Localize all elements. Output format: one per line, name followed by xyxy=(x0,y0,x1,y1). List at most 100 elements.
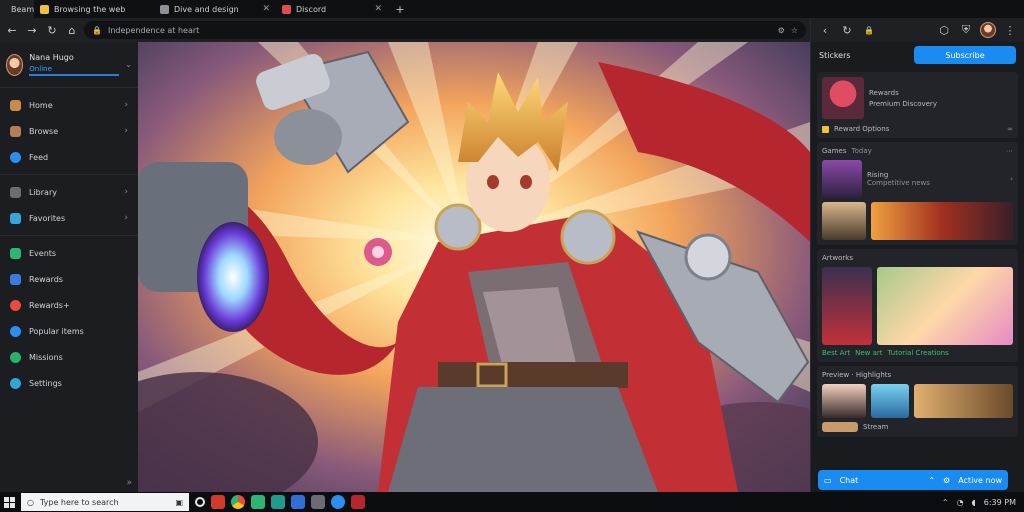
tag-icon xyxy=(822,125,829,133)
tab-label: Discord xyxy=(296,4,327,14)
sidebar-item-missions[interactable]: Missions xyxy=(0,344,138,370)
item-title: Rising xyxy=(867,171,889,179)
art-label: New art xyxy=(855,349,883,357)
tab-favicon xyxy=(40,4,49,14)
app-icon-gray[interactable] xyxy=(311,495,325,509)
sidebar-item-label: Missions xyxy=(29,352,63,362)
puzzle-icon[interactable]: ⬡ xyxy=(936,22,952,38)
tab-label: Browsing the web xyxy=(54,4,126,14)
media-row[interactable] xyxy=(822,267,1013,345)
clock[interactable]: 6:39 PM xyxy=(984,498,1016,507)
chevron-right-icon: › xyxy=(124,100,128,110)
chevron-up-icon[interactable]: ⌃ xyxy=(942,498,949,507)
section-title: Artworks xyxy=(822,254,853,262)
hero-illustration xyxy=(138,42,810,492)
rewards-icon xyxy=(10,273,21,285)
nav-group-library: Library › Favorites › xyxy=(0,175,138,236)
os-taskbar: ○ Type here to search ▣ ⌃ ◔ ◖ 6:39 PM xyxy=(0,492,1024,512)
avatar[interactable] xyxy=(980,22,996,38)
chevron-right-icon: › xyxy=(124,213,128,223)
sidebar-item-settings[interactable]: Settings xyxy=(0,370,138,396)
list-item[interactable]: Rising Competitive news › xyxy=(822,160,1013,198)
close-icon[interactable]: ✕ xyxy=(374,4,382,14)
task-view-icon[interactable] xyxy=(195,497,205,507)
settings-icon[interactable]: ⚙ xyxy=(943,476,950,485)
tab-2[interactable]: Dive and design ✕ xyxy=(154,0,276,18)
new-tab-icon[interactable]: + xyxy=(392,1,408,17)
camera-icon: ▣ xyxy=(175,497,183,507)
home-icon[interactable]: ⌂ xyxy=(64,22,80,38)
section-highlights: Preview · Highlights Stream xyxy=(817,366,1018,437)
tab-0[interactable]: Beam xyxy=(0,0,34,18)
item-thumbnail xyxy=(822,267,872,345)
app-icon-active[interactable] xyxy=(331,495,345,509)
wifi-icon[interactable]: ◔ xyxy=(957,498,964,507)
app-icon-game[interactable] xyxy=(351,495,365,509)
item-thumbnail xyxy=(822,160,862,198)
settings-icon xyxy=(10,377,21,389)
extension-icon[interactable]: ⚙ xyxy=(778,26,785,35)
item-thumbnail xyxy=(822,422,858,432)
sidebar-item-popular[interactable]: Popular items xyxy=(0,318,138,344)
item-thumbnail xyxy=(871,202,1013,240)
profile-status: Online xyxy=(29,65,120,76)
chat-icon: ▭ xyxy=(824,475,832,485)
shield-icon[interactable]: ⛨ xyxy=(958,22,974,38)
app-icon-green[interactable] xyxy=(251,495,265,509)
media-row[interactable] xyxy=(822,384,1013,418)
sidebar-item-label: Events xyxy=(29,248,57,258)
sidebar-item-browse[interactable]: Browse › xyxy=(0,118,138,144)
infinity-icon: ∞ xyxy=(1007,125,1013,133)
sidebar-item-library[interactable]: Library › xyxy=(0,179,138,205)
volume-icon[interactable]: ◖ xyxy=(972,498,976,507)
section-title: Preview · Highlights xyxy=(822,371,892,379)
panel-title: Stickers xyxy=(819,50,851,60)
sidebar-item-label: Library xyxy=(29,187,57,197)
lock-icon: 🔒 xyxy=(864,25,874,35)
refresh-icon[interactable]: ↻ xyxy=(839,22,855,38)
chevron-down-icon[interactable]: ⌄ xyxy=(125,60,132,69)
app-icon-red[interactable] xyxy=(211,495,225,509)
sidebar-item-feed[interactable]: Feed xyxy=(0,144,138,170)
feed-icon xyxy=(10,151,21,163)
sidebar-item-favorites[interactable]: Favorites › xyxy=(0,205,138,231)
windows-start-icon[interactable] xyxy=(4,496,15,508)
app-icon-blue[interactable] xyxy=(291,495,305,509)
bookmark-star-icon[interactable]: ☆ xyxy=(791,26,798,35)
tab-3[interactable]: Discord ✕ xyxy=(276,0,388,18)
sidebar-item-rewards[interactable]: Rewards xyxy=(0,266,138,292)
section-artworks: Artworks Best Art New art Tutorial Creat… xyxy=(817,249,1018,362)
chat-bar[interactable]: ▭ Chat ⌃ ⚙ Active now xyxy=(818,470,1008,490)
rewards-plus-icon xyxy=(10,299,21,311)
menu-dots-icon[interactable]: ⋮ xyxy=(1002,22,1018,38)
chat-status: Active now xyxy=(958,475,1002,485)
reload-icon[interactable]: ↻ xyxy=(44,22,60,38)
sidebar-item-rewards-plus[interactable]: Rewards+ xyxy=(0,292,138,318)
sidebar-item-events[interactable]: Events xyxy=(0,240,138,266)
address-bar[interactable]: 🔒 Independence at heart ⚙ ☆ xyxy=(84,21,806,39)
item-thumbnail xyxy=(822,202,866,240)
profile-header[interactable]: Nana Hugo Online ⌄ xyxy=(0,42,138,88)
sidebar: Nana Hugo Online ⌄ Home › Browse › Feed … xyxy=(0,42,138,492)
forward-arrow-icon[interactable]: → xyxy=(24,22,40,38)
collapse-sidebar-icon[interactable]: » xyxy=(126,478,132,488)
taskbar-search-input[interactable]: ○ Type here to search ▣ xyxy=(21,493,189,511)
back-arrow-icon[interactable]: ← xyxy=(4,22,20,38)
section-title: Games xyxy=(822,147,847,155)
back-arrow-icon[interactable]: ‹ xyxy=(817,22,833,38)
chevron-up-icon[interactable]: ⌃ xyxy=(928,476,935,485)
sidebar-item-home[interactable]: Home › xyxy=(0,92,138,118)
lock-icon: 🔒 xyxy=(92,25,102,35)
chrome-icon[interactable] xyxy=(231,495,245,509)
subscribe-button[interactable]: Subscribe xyxy=(914,46,1016,64)
featured-subtitle: Premium Discovery xyxy=(869,99,937,108)
featured-card[interactable]: Rewards Premium Discovery Reward Options… xyxy=(817,72,1018,138)
tab-1[interactable]: Browsing the web xyxy=(34,0,154,18)
menu-dots-icon[interactable]: ⋯ xyxy=(1006,147,1013,155)
tab-favicon xyxy=(282,4,291,14)
featured-title: Rewards xyxy=(869,88,899,97)
close-icon[interactable]: ✕ xyxy=(262,4,270,14)
app-icon-teal[interactable] xyxy=(271,495,285,509)
item-subtitle: Competitive news xyxy=(867,179,930,187)
media-row[interactable] xyxy=(822,202,1013,240)
